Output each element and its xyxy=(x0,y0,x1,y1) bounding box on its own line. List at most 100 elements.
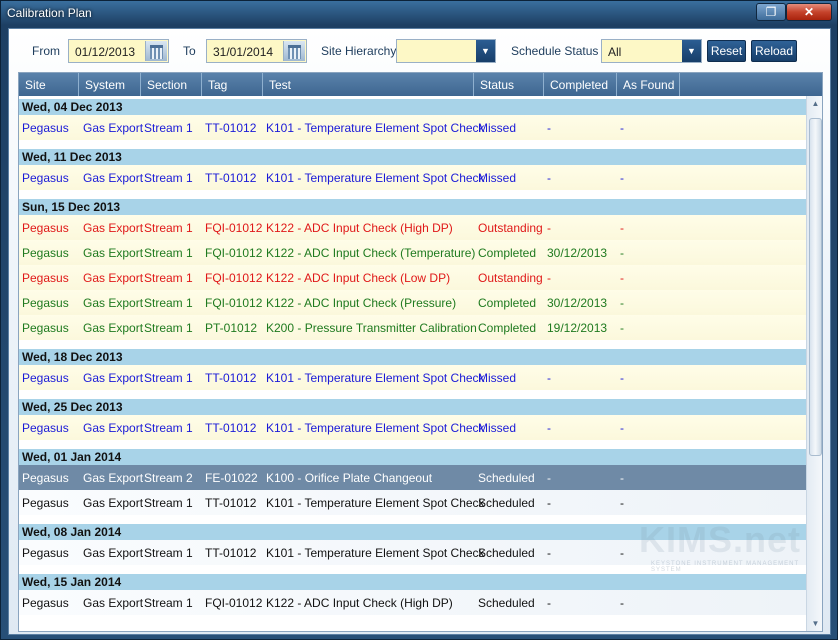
cell-test: K122 - ADC Input Check (High DP) xyxy=(266,596,453,610)
column-header-test[interactable]: Test xyxy=(263,73,474,96)
cell-section: Stream 1 xyxy=(144,121,193,135)
cell-section: Stream 1 xyxy=(144,221,193,235)
from-label: From xyxy=(32,44,60,58)
cell-site: Pegasus xyxy=(22,271,69,285)
cell-status: Completed xyxy=(478,321,537,335)
group-header[interactable]: Wed, 01 Jan 2014 xyxy=(19,449,806,465)
cell-status: Missed xyxy=(478,121,517,135)
table-row[interactable]: Pegasus Gas Export Stream 1 FQI-01012 K122 -… xyxy=(19,265,806,290)
column-header-completed[interactable]: Completed xyxy=(544,73,617,96)
cell-completed: - xyxy=(547,546,551,560)
cell-tag: TT-01012 xyxy=(205,371,257,385)
cell-as-found: - xyxy=(620,496,624,510)
table-row[interactable]: Pegasus Gas Export Stream 1 TT-01012 K101 - … xyxy=(19,165,806,190)
cell-system: Gas Export xyxy=(83,246,144,260)
cell-test: K122 - ADC Input Check (High DP) xyxy=(266,221,453,235)
cell-completed: - xyxy=(547,596,551,610)
vertical-scrollbar[interactable]: ▲ ▼ xyxy=(806,96,822,631)
cell-status: Scheduled xyxy=(478,496,535,510)
cell-site: Pegasus xyxy=(22,321,69,335)
cell-test: K200 - Pressure Transmitter Calibration xyxy=(266,321,477,335)
group-header[interactable]: Wed, 04 Dec 2013 xyxy=(19,99,806,115)
calendar-icon[interactable] xyxy=(145,41,167,61)
cell-system: Gas Export xyxy=(83,296,144,310)
cell-site: Pegasus xyxy=(22,496,69,510)
title-bar[interactable]: Calibration Plan ❐ ✕ xyxy=(1,1,837,27)
calendar-icon[interactable] xyxy=(283,41,305,61)
to-date-field[interactable]: 31/01/2014 xyxy=(206,39,307,63)
from-date-field[interactable]: 01/12/2013 xyxy=(68,39,169,63)
cell-site: Pegasus xyxy=(22,221,69,235)
group-header[interactable]: Wed, 18 Dec 2013 xyxy=(19,349,806,365)
cell-section: Stream 2 xyxy=(144,471,193,485)
scroll-thumb[interactable] xyxy=(809,118,822,456)
group-header[interactable]: Sun, 15 Dec 2013 xyxy=(19,199,806,215)
cell-section: Stream 1 xyxy=(144,271,193,285)
group-header[interactable]: Wed, 25 Dec 2013 xyxy=(19,399,806,415)
site-hierarchy-label: Site Hierarchy xyxy=(321,44,397,58)
column-header-system[interactable]: System xyxy=(79,73,141,96)
cell-site: Pegasus xyxy=(22,121,69,135)
schedule-status-value: All xyxy=(608,45,622,59)
table-row[interactable]: Pegasus Gas Export Stream 1 FQI-01012 K122 -… xyxy=(19,290,806,315)
cell-status: Missed xyxy=(478,171,517,185)
cell-tag: FQI-01012 xyxy=(205,221,263,235)
table-row[interactable]: Pegasus Gas Export Stream 1 TT-01012 K101 - … xyxy=(19,415,806,440)
close-button[interactable]: ✕ xyxy=(786,3,832,21)
cell-as-found: - xyxy=(620,321,624,335)
chevron-down-icon[interactable]: ▼ xyxy=(682,40,701,62)
group-header[interactable]: Wed, 08 Jan 2014 xyxy=(19,524,806,540)
table-row[interactable]: Pegasus Gas Export Stream 1 TT-01012 K101 - … xyxy=(19,365,806,390)
column-header-section[interactable]: Section xyxy=(141,73,202,96)
reload-button[interactable]: Reload xyxy=(751,40,797,62)
cell-section: Stream 1 xyxy=(144,421,193,435)
restore-button[interactable]: ❐ xyxy=(756,3,786,21)
cell-section: Stream 1 xyxy=(144,596,193,610)
table-row[interactable]: Pegasus Gas Export Stream 1 TT-01012 K101 - … xyxy=(19,115,806,140)
cell-system: Gas Export xyxy=(83,221,144,235)
cell-section: Stream 1 xyxy=(144,496,193,510)
site-hierarchy-select[interactable]: ▼ xyxy=(396,39,496,63)
cell-system: Gas Export xyxy=(83,471,144,485)
column-header-status[interactable]: Status xyxy=(474,73,544,96)
column-header-as-found[interactable]: As Found xyxy=(617,73,680,96)
table-row[interactable]: Pegasus Gas Export Stream 1 FQI-01012 K122 -… xyxy=(19,240,806,265)
cell-system: Gas Export xyxy=(83,546,144,560)
cell-as-found: - xyxy=(620,421,624,435)
chevron-down-icon[interactable]: ▼ xyxy=(476,40,495,62)
cell-status: Missed xyxy=(478,421,517,435)
cell-section: Stream 1 xyxy=(144,171,193,185)
cell-tag: TT-01012 xyxy=(205,421,257,435)
cell-test: K101 - Temperature Element Spot Check xyxy=(266,371,485,385)
table-row[interactable]: Pegasus Gas Export Stream 1 FQI-01012 K122 -… xyxy=(19,215,806,240)
cell-site: Pegasus xyxy=(22,171,69,185)
column-header-site[interactable]: Site xyxy=(19,73,79,96)
table-row[interactable]: Pegasus Gas Export Stream 1 TT-01012 K101 - … xyxy=(19,490,806,515)
table-row[interactable]: Pegasus Gas Export Stream 2 FE-01022 K100 - … xyxy=(19,465,806,490)
cell-site: Pegasus xyxy=(22,246,69,260)
cell-as-found: - xyxy=(620,171,624,185)
cell-section: Stream 1 xyxy=(144,296,193,310)
cell-completed: - xyxy=(547,371,551,385)
group-header[interactable]: Wed, 11 Dec 2013 xyxy=(19,149,806,165)
cell-status: Completed xyxy=(478,296,537,310)
cell-as-found: - xyxy=(620,246,624,260)
cell-completed: - xyxy=(547,496,551,510)
cell-completed: 30/12/2013 xyxy=(547,296,608,310)
group-header[interactable]: Wed, 15 Jan 2014 xyxy=(19,574,806,590)
cell-completed: - xyxy=(547,171,551,185)
calibration-grid: Site System Section Tag Test Status Comp… xyxy=(18,72,823,632)
column-header-tag[interactable]: Tag xyxy=(202,73,263,96)
cell-section: Stream 1 xyxy=(144,546,193,560)
table-row[interactable]: Pegasus Gas Export Stream 1 FQI-01012 K122 -… xyxy=(19,590,806,615)
table-row[interactable]: Pegasus Gas Export Stream 1 TT-01012 K101 - … xyxy=(19,540,806,565)
scroll-up-icon[interactable]: ▲ xyxy=(809,98,822,110)
reset-button[interactable]: Reset xyxy=(707,40,746,62)
schedule-status-select[interactable]: All ▼ xyxy=(601,39,702,63)
cell-tag: FE-01022 xyxy=(205,471,258,485)
scroll-down-icon[interactable]: ▼ xyxy=(809,618,822,630)
table-row[interactable]: Pegasus Gas Export Stream 1 PT-01012 K200 - … xyxy=(19,315,806,340)
cell-site: Pegasus xyxy=(22,471,69,485)
cell-tag: FQI-01012 xyxy=(205,246,263,260)
schedule-status-label: Schedule Status xyxy=(511,44,599,58)
